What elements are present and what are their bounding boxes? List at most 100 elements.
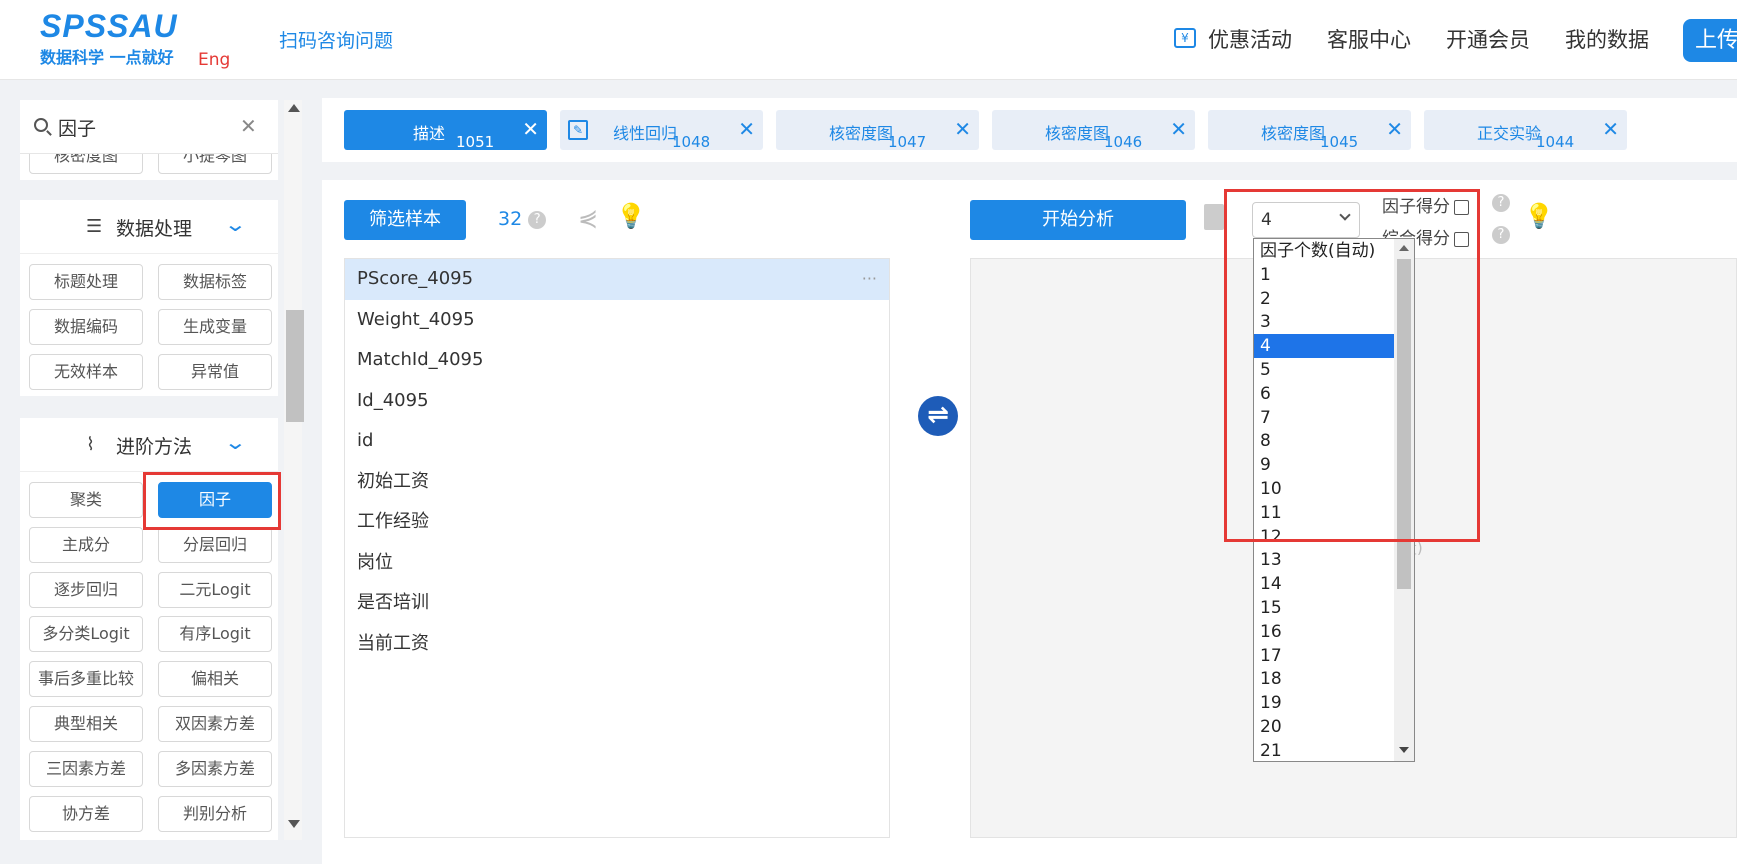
variable-name: PScore_4095 bbox=[357, 268, 474, 289]
dropdown-option[interactable]: 13 bbox=[1254, 548, 1396, 572]
section-header[interactable]: ⌇ 进阶方法 ⌄ bbox=[20, 418, 278, 472]
variable-item[interactable]: 初始工资 bbox=[345, 462, 889, 503]
close-icon[interactable]: ✕ bbox=[522, 117, 539, 141]
variable-item[interactable]: Id_4095 bbox=[345, 381, 889, 422]
tool-button[interactable]: 数据标签 bbox=[158, 264, 272, 300]
nav-customer-service[interactable]: 客服中心 bbox=[1327, 24, 1411, 54]
variable-item[interactable]: 岗位 bbox=[345, 543, 889, 584]
tool-button[interactable]: 多分类Logit bbox=[29, 616, 143, 652]
tool-button-cluster[interactable]: 聚类 bbox=[29, 482, 143, 518]
tab-kde-1[interactable]: 核密度图 1047 ✕ bbox=[776, 110, 979, 151]
tab-linear-regression[interactable]: ✎ 线性回归 1048 ✕ bbox=[560, 110, 763, 151]
share-icon[interactable]: ⋞ bbox=[578, 204, 598, 232]
search-input[interactable]: 因子 bbox=[58, 114, 96, 141]
tool-button[interactable]: 协方差 bbox=[29, 796, 143, 832]
help-icon[interactable]: ? bbox=[1492, 194, 1510, 212]
dropdown-option[interactable]: 17 bbox=[1254, 644, 1396, 668]
top-header: SPSSAU 数据科学 一点就好 Eng 扫码咨询问题 ¥ 优惠活动 客服中心 … bbox=[0, 0, 1737, 80]
chevron-down-icon[interactable]: ⌄ bbox=[224, 212, 247, 236]
close-icon[interactable]: ✕ bbox=[954, 117, 971, 141]
tool-button[interactable]: 事后多重比较 bbox=[29, 661, 143, 697]
tab-number: 1046 bbox=[1104, 133, 1143, 151]
dropdown-option[interactable]: 21 bbox=[1254, 739, 1396, 761]
variable-item[interactable]: Weight_4095 bbox=[345, 300, 889, 341]
help-icon[interactable]: ? bbox=[528, 210, 547, 229]
variable-item[interactable]: PScore_4095 ··· bbox=[345, 259, 889, 300]
language-switch[interactable]: Eng bbox=[198, 50, 230, 70]
start-analysis-button[interactable]: 开始分析 bbox=[970, 200, 1186, 240]
scroll-down-arrow-icon[interactable] bbox=[288, 820, 300, 828]
tab-kde-2[interactable]: 核密度图 1046 ✕ bbox=[992, 110, 1195, 151]
section-title: 进阶方法 bbox=[116, 436, 193, 458]
logo-tagline: 数据科学 一点就好 bbox=[40, 48, 174, 67]
variable-item[interactable]: 是否培训 bbox=[345, 583, 889, 624]
sample-count-value: 32 bbox=[498, 208, 523, 230]
logo[interactable]: SPSSAU bbox=[40, 8, 178, 45]
tool-button[interactable]: 二元Logit bbox=[158, 572, 272, 608]
tab-kde-3[interactable]: 核密度图 1045 ✕ bbox=[1208, 110, 1411, 151]
scrollbar-thumb[interactable] bbox=[286, 310, 304, 422]
search-icon bbox=[34, 118, 48, 132]
close-icon[interactable]: ✕ bbox=[1602, 117, 1619, 141]
clear-icon[interactable]: ✕ bbox=[240, 114, 257, 138]
scroll-up-arrow-icon[interactable] bbox=[288, 104, 300, 112]
tool-button[interactable]: 生成变量 bbox=[158, 309, 272, 345]
chevron-down-icon[interactable]: ⌄ bbox=[224, 430, 247, 454]
tool-button[interactable]: 主成分 bbox=[29, 527, 143, 563]
tool-button[interactable]: 偏相关 bbox=[158, 661, 272, 697]
lightbulb-icon[interactable]: 💡 bbox=[616, 202, 646, 230]
close-icon[interactable]: ✕ bbox=[738, 117, 755, 141]
dropdown-option[interactable]: 14 bbox=[1254, 572, 1396, 596]
dropdown-option[interactable]: 16 bbox=[1254, 620, 1396, 644]
nav-promotions[interactable]: 优惠活动 bbox=[1208, 24, 1292, 54]
tool-button[interactable]: 判别分析 bbox=[158, 796, 272, 832]
scan-consult-link[interactable]: 扫码咨询问题 bbox=[279, 26, 393, 53]
dropdown-option[interactable]: 20 bbox=[1254, 715, 1396, 739]
close-icon[interactable]: ✕ bbox=[1170, 117, 1187, 141]
tool-button[interactable]: 标题处理 bbox=[29, 264, 143, 300]
nav-membership[interactable]: 开通会员 bbox=[1446, 24, 1530, 54]
tab-number: 1051 bbox=[456, 133, 495, 151]
method-sidebar: 因子 ✕ 核密度图 小提琴图 ☰ 数据处理 ⌄ 标题处理 数据标签 数据编码 生… bbox=[20, 100, 278, 840]
tool-button[interactable]: 小提琴图 bbox=[158, 154, 272, 174]
lightbulb-icon[interactable]: 💡 bbox=[1524, 202, 1554, 230]
tool-button[interactable]: 有序Logit bbox=[158, 616, 272, 652]
upload-button[interactable]: 上传 bbox=[1683, 19, 1737, 62]
tool-button[interactable]: 异常值 bbox=[158, 354, 272, 390]
tool-button[interactable]: 三因素方差 bbox=[29, 751, 143, 787]
variable-item[interactable]: id bbox=[345, 421, 889, 462]
tab-number: 1045 bbox=[1320, 133, 1359, 151]
tool-button[interactable]: 典型相关 bbox=[29, 706, 143, 742]
tab-describe[interactable]: 描述 1051 ✕ bbox=[344, 110, 547, 151]
variable-item[interactable]: 工作经验 bbox=[345, 502, 889, 543]
trash-icon[interactable] bbox=[1204, 204, 1224, 230]
swap-icon[interactable]: ⇌ bbox=[918, 396, 958, 436]
tool-button[interactable]: 双因素方差 bbox=[158, 706, 272, 742]
variable-item[interactable]: MatchId_4095 bbox=[345, 340, 889, 381]
dropdown-option[interactable]: 18 bbox=[1254, 667, 1396, 691]
paperclip-icon: ⌇ bbox=[86, 434, 95, 455]
analysis-panel: 筛选样本 32 ? ⋞ 💡 PScore_4095 ··· Weight_4095… bbox=[322, 180, 1737, 864]
variable-item[interactable]: 当前工资 bbox=[345, 624, 889, 665]
tool-button[interactable]: 分层回归 bbox=[158, 527, 272, 563]
tool-button[interactable]: 无效样本 bbox=[29, 354, 143, 390]
method-search[interactable]: 因子 ✕ bbox=[20, 100, 278, 154]
more-icon[interactable]: ··· bbox=[862, 259, 877, 299]
filter-sample-button[interactable]: 筛选样本 bbox=[344, 200, 466, 240]
scroll-down-arrow-icon[interactable] bbox=[1399, 747, 1409, 753]
nav-my-data[interactable]: 我的数据 bbox=[1565, 24, 1649, 54]
tool-button[interactable]: 逐步回归 bbox=[29, 572, 143, 608]
tool-button[interactable]: 核密度图 bbox=[29, 154, 143, 174]
section-header[interactable]: ☰ 数据处理 ⌄ bbox=[20, 200, 278, 254]
help-icon[interactable]: ? bbox=[1492, 226, 1510, 244]
tool-button[interactable]: 多因素方差 bbox=[158, 751, 272, 787]
tab-orthogonal[interactable]: 正交实验 1044 ✕ bbox=[1424, 110, 1627, 151]
section-title: 数据处理 bbox=[116, 218, 193, 240]
dropdown-option[interactable]: 19 bbox=[1254, 691, 1396, 715]
dropdown-option[interactable]: 15 bbox=[1254, 596, 1396, 620]
sample-count: 32 ? bbox=[498, 208, 547, 230]
highlight-box-dropdown bbox=[1224, 189, 1480, 542]
tool-button[interactable]: 数据编码 bbox=[29, 309, 143, 345]
sidebar-scrollbar[interactable] bbox=[284, 100, 304, 840]
close-icon[interactable]: ✕ bbox=[1386, 117, 1403, 141]
